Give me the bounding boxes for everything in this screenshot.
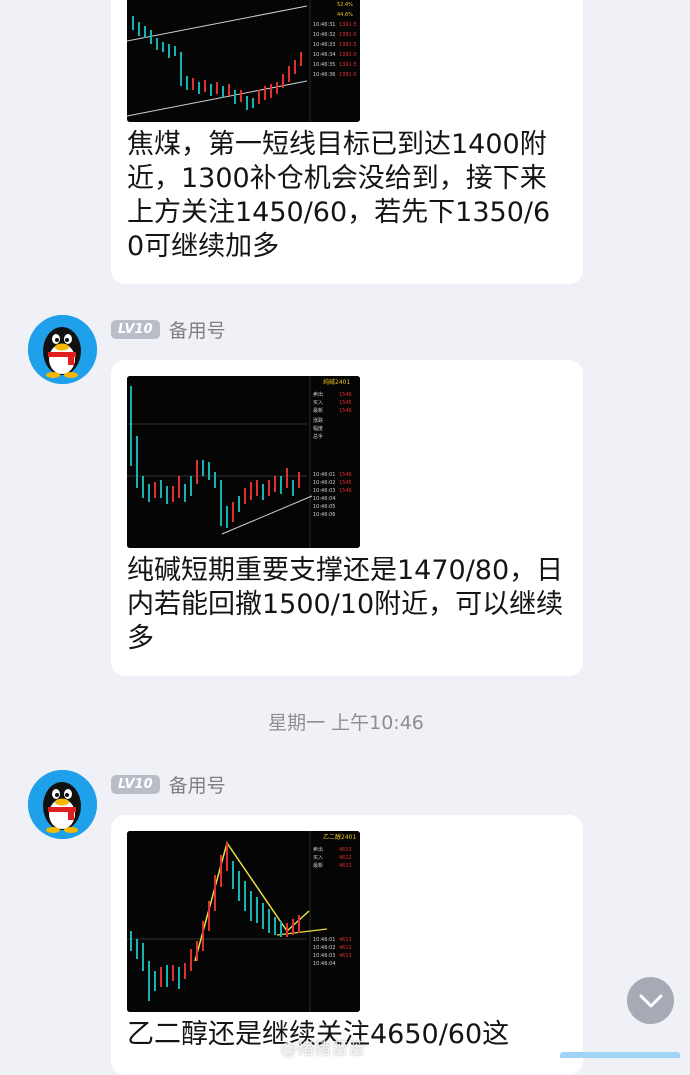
svg-text:1545: 1545 (339, 400, 352, 406)
message-bubble-2[interactable]: 卖出 买入 最新 涨跌 幅度 总手 10:46:01 10:46:02 10:46:03 1… (111, 360, 583, 676)
svg-text:10:46:31: 10:46:31 (313, 22, 335, 28)
sender-info: LV10 备用号 (111, 771, 226, 798)
candlestick-chart-1: 10:46:31 10:46:32 10:46:33 10:46:34 10:46:… (127, 0, 360, 122)
svg-text:44.6%: 44.6% (337, 12, 353, 18)
time-divider: 星期一 上午10:46 (268, 712, 424, 734)
svg-text:52.4%: 52.4% (337, 2, 353, 8)
svg-text:4613: 4613 (339, 937, 352, 943)
svg-text:10:46:34: 10:46:34 (313, 52, 335, 58)
svg-text:涨跌: 涨跌 (313, 417, 323, 424)
svg-text:10:46:35: 10:46:35 (313, 62, 335, 68)
input-bar-edge (560, 1052, 680, 1058)
message-text-2: 纯碱短期重要支撑还是1470/80，日内若能回撤1500/10附近，可以继续多 (127, 555, 564, 654)
svg-text:1391.5: 1391.5 (339, 62, 357, 68)
svg-text:1392.0: 1392.0 (339, 52, 357, 58)
svg-text:最新: 最新 (313, 407, 323, 414)
svg-text:最新: 最新 (313, 862, 323, 869)
svg-text:卖出: 卖出 (313, 846, 323, 853)
sender-name[interactable]: 备用号 (169, 316, 226, 343)
svg-text:1391.5: 1391.5 (339, 42, 357, 48)
svg-text:10:46:02: 10:46:02 (313, 945, 335, 951)
svg-text:1391.0: 1391.0 (339, 72, 357, 78)
svg-text:买入: 买入 (313, 399, 323, 406)
svg-text:10:46:36: 10:46:36 (313, 72, 335, 78)
scroll-to-bottom-button[interactable] (627, 977, 674, 1024)
svg-text:幅度: 幅度 (313, 425, 323, 432)
svg-text:10:46:05: 10:46:05 (313, 504, 335, 510)
svg-text:4612: 4612 (339, 855, 352, 861)
candlestick-chart-2: 卖出买入最新 涨跌幅度总手 10:46:01 10:46:02 10:46:03 1… (127, 376, 360, 548)
chart-screenshot-2[interactable]: 卖出 买入 最新 涨跌 幅度 总手 10:46:01 10:46:02 10:46:03 1… (127, 376, 360, 548)
svg-text:1391.0: 1391.0 (339, 32, 357, 38)
svg-text:1546: 1546 (339, 392, 352, 398)
svg-text:10:46:06: 10:46:06 (313, 512, 335, 518)
svg-text:10:46:33: 10:46:33 (313, 42, 335, 48)
candlestick-chart-3: 卖出买入最新 10:46:01 10:46:02 10:46:03 10:46:04… (127, 831, 360, 1012)
svg-text:4613: 4613 (339, 863, 352, 869)
svg-text:1546: 1546 (339, 408, 352, 414)
level-badge: LV10 (111, 774, 160, 794)
svg-text:卖出: 卖出 (313, 391, 323, 398)
chart-screenshot-3[interactable]: 卖出 买入 最新 10:46:01 10:46:02 10:46:03 10:46:04… (127, 831, 360, 1012)
qq-penguin-icon (28, 315, 97, 384)
avatar[interactable] (28, 315, 97, 384)
svg-text:乙二醇2401: 乙二醇2401 (323, 833, 356, 841)
svg-text:10:46:03: 10:46:03 (313, 953, 335, 959)
svg-text:10:46:03: 10:46:03 (313, 488, 335, 494)
level-badge: LV10 (111, 319, 160, 339)
svg-text:4613: 4613 (339, 847, 352, 853)
message-bubble-1[interactable]: 10:46:31 10:46:32 10:46:33 10:46:34 10:46:… (111, 0, 583, 284)
svg-text:10:46:01: 10:46:01 (313, 937, 335, 943)
svg-text:10:46:32: 10:46:32 (313, 32, 335, 38)
avatar[interactable] (28, 770, 97, 839)
svg-text:10:46:02: 10:46:02 (313, 480, 335, 486)
svg-text:1545: 1545 (339, 480, 352, 486)
svg-text:总手: 总手 (313, 433, 323, 440)
svg-text:1391.5: 1391.5 (339, 22, 357, 28)
svg-text:1546: 1546 (339, 472, 352, 478)
qq-penguin-icon (28, 770, 97, 839)
sender-name[interactable]: 备用号 (169, 771, 226, 798)
svg-text:10:46:04: 10:46:04 (313, 496, 335, 502)
chart-screenshot-1[interactable]: 10:46:31 10:46:32 10:46:33 10:46:34 10:46:… (127, 0, 360, 122)
svg-text:4612: 4612 (339, 945, 352, 951)
svg-text:买入: 买入 (313, 854, 323, 861)
svg-text:4613: 4613 (339, 953, 352, 959)
sender-info: LV10 备用号 (111, 316, 226, 343)
chevron-down-icon (639, 994, 662, 1007)
svg-text:1546: 1546 (339, 488, 352, 494)
watermark: @猪猪苦苦 (280, 1039, 365, 1059)
svg-text:10:46:04: 10:46:04 (313, 961, 335, 967)
svg-text:纯碱2401: 纯碱2401 (323, 378, 350, 386)
svg-text:10:46:01: 10:46:01 (313, 472, 335, 478)
message-text-1: 焦煤，第一短线目标已到达1400附近，1300补仓机会没给到，接下来上方关注14… (127, 129, 551, 262)
